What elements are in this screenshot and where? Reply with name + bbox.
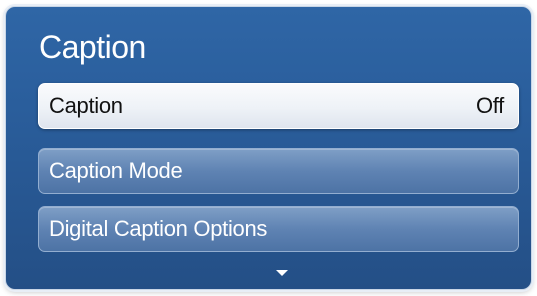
menu-item-caption[interactable]: Caption Off bbox=[38, 83, 519, 129]
menu-item-caption-mode[interactable]: Caption Mode bbox=[38, 148, 519, 194]
menu-item-label: Caption Mode bbox=[49, 158, 183, 183]
menu-title: Caption bbox=[39, 29, 146, 65]
menu-item-value: Off bbox=[475, 93, 504, 118]
triangle-down-icon[interactable] bbox=[276, 270, 288, 276]
caption-menu-panel: Caption Caption Off Caption Mode Digital… bbox=[5, 6, 532, 290]
menu-item-label: Caption bbox=[49, 93, 123, 118]
menu-item-digital-caption-options[interactable]: Digital Caption Options bbox=[38, 206, 519, 252]
menu-item-label: Digital Caption Options bbox=[49, 216, 268, 241]
